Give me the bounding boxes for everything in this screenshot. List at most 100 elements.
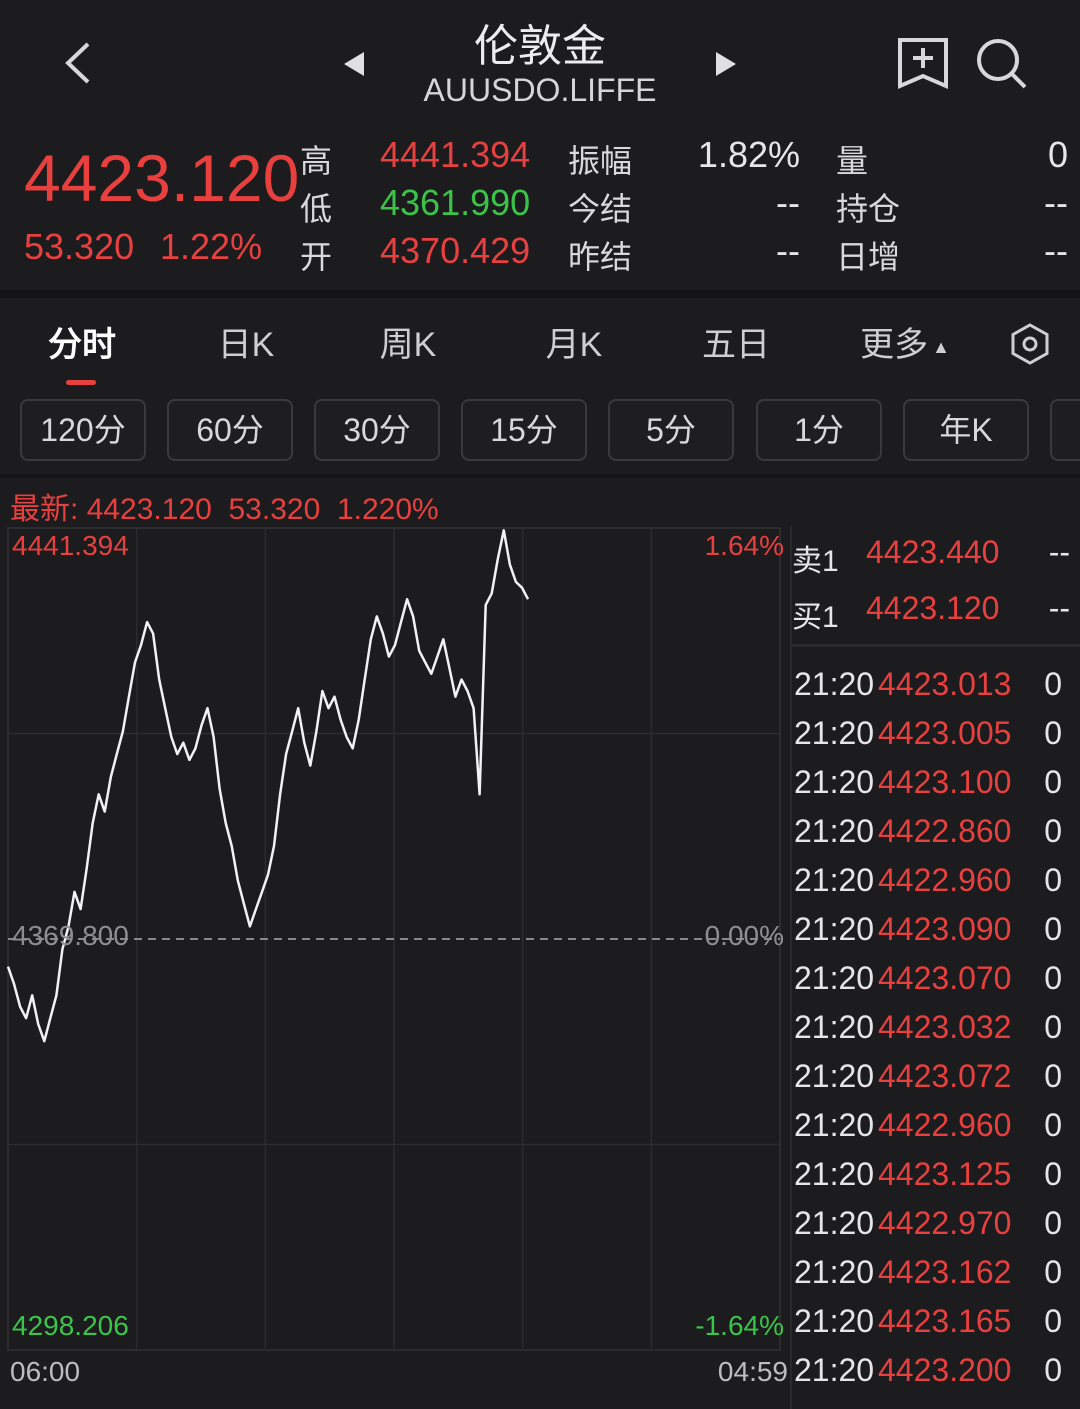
- tick-volume: 0: [1044, 715, 1062, 751]
- period-15min[interactable]: 15分: [461, 399, 587, 461]
- open-value: 4370.429: [380, 230, 531, 271]
- tick-time: 21:20: [794, 1009, 875, 1045]
- tick-time: 21:20: [794, 813, 875, 849]
- tick-row: 21:20 4422.970 0: [794, 1199, 1074, 1248]
- tick-time: 21:20: [794, 911, 875, 947]
- ask1-label: 卖1: [792, 545, 839, 578]
- tick-row: 21:20 4423.070 0: [794, 954, 1074, 1003]
- chart-top-price: 4441.394: [12, 530, 129, 561]
- quote-header: 伦敦金 AUUSDO.LIFFE 4423.120 53.320 1.22% 高…: [0, 0, 1080, 290]
- tick-row: 21:20 4423.100 0: [794, 758, 1074, 807]
- tick-volume: 0: [1044, 666, 1062, 702]
- period-more-pill[interactable]: [1050, 399, 1080, 461]
- tick-time: 21:20: [794, 764, 875, 800]
- tick-volume: 0: [1044, 960, 1062, 996]
- price-change: 53.320: [24, 226, 135, 267]
- orderbook-divider: [792, 644, 1080, 647]
- pill-divider: [0, 474, 1080, 478]
- intraday-chart[interactable]: [0, 522, 790, 1409]
- volume-label: 量: [836, 143, 869, 179]
- tick-volume: 0: [1044, 1058, 1062, 1094]
- back-icon[interactable]: [60, 38, 100, 88]
- tick-row: 21:20 4423.005 0: [794, 709, 1074, 758]
- daily-increase-label: 日增: [836, 239, 901, 275]
- tick-price: 4423.125: [878, 1156, 1012, 1192]
- low-value: 4361.990: [380, 182, 531, 223]
- ask1-volume: --: [1048, 534, 1070, 570]
- caret-up-icon: ▲: [932, 337, 950, 358]
- period-5min[interactable]: 5分: [608, 399, 734, 461]
- tab-weekly-k[interactable]: 周K: [358, 322, 458, 368]
- tick-price: 4423.013: [878, 666, 1012, 702]
- tick-row: 21:20 4423.165 0: [794, 1297, 1074, 1346]
- tick-price: 4423.072: [878, 1058, 1012, 1094]
- tick-time: 21:20: [794, 1352, 875, 1388]
- chart-start-time: 06:00: [10, 1356, 81, 1387]
- tab-more[interactable]: 更多 ▲: [850, 322, 960, 368]
- period-30min[interactable]: 30分: [314, 399, 440, 461]
- bid1-volume: --: [1048, 590, 1070, 626]
- tick-price: 4423.200: [878, 1352, 1012, 1388]
- settings-hexagon-icon[interactable]: [1008, 322, 1052, 366]
- tick-time: 21:20: [794, 1303, 875, 1339]
- tick-time: 21:20: [794, 1107, 875, 1143]
- search-icon[interactable]: [974, 36, 1028, 90]
- tick-volume: 0: [1044, 1009, 1062, 1045]
- tick-row: 21:20 4423.090 0: [794, 905, 1074, 954]
- tab-intraday[interactable]: 分时: [30, 322, 134, 368]
- page-title: 伦敦金: [474, 22, 606, 71]
- tick-row: 21:20 4422.860 0: [794, 807, 1074, 856]
- tick-volume: 0: [1044, 764, 1062, 800]
- open-label: 开: [300, 239, 333, 275]
- tick-time: 21:20: [794, 1205, 875, 1241]
- tick-price: 4423.070: [878, 960, 1012, 996]
- tick-volume: 0: [1044, 1205, 1062, 1241]
- prev-instrument-icon[interactable]: [340, 50, 366, 78]
- tick-row: 21:20 4423.125 0: [794, 1150, 1074, 1199]
- tick-price: 4423.100: [878, 764, 1012, 800]
- period-120min[interactable]: 120分: [20, 399, 146, 461]
- tick-price: 4422.960: [878, 1107, 1012, 1143]
- tab-daily-k[interactable]: 日K: [196, 322, 296, 368]
- high-label: 高: [300, 143, 333, 179]
- period-yearly-k[interactable]: 年K: [903, 399, 1029, 461]
- tick-row: 21:20 4423.072 0: [794, 1052, 1074, 1101]
- tick-price: 4422.860: [878, 813, 1012, 849]
- tick-row: 21:20 4423.013 0: [794, 660, 1074, 709]
- tick-volume: 0: [1044, 1254, 1062, 1290]
- tick-row: 21:20 4423.162 0: [794, 1248, 1074, 1297]
- tab-monthly-k[interactable]: 月K: [524, 322, 624, 368]
- tick-volume: 0: [1044, 813, 1062, 849]
- prev-settle-label: 昨结: [568, 239, 633, 275]
- tick-price: 4423.090: [878, 911, 1012, 947]
- next-instrument-icon[interactable]: [714, 50, 740, 78]
- tick-volume: 0: [1044, 1107, 1062, 1143]
- period-1min[interactable]: 1分: [756, 399, 882, 461]
- chart-bottom-price: 4298.206: [12, 1310, 129, 1341]
- tick-volume: 0: [1044, 862, 1062, 898]
- tick-volume: 0: [1044, 1156, 1062, 1192]
- tick-time: 21:20: [794, 715, 875, 751]
- tick-time: 21:20: [794, 862, 875, 898]
- tick-price: 4423.032: [878, 1009, 1012, 1045]
- tick-time: 21:20: [794, 1058, 875, 1094]
- settle-value: --: [776, 182, 800, 223]
- volume-value: 0: [1047, 134, 1068, 175]
- open-interest-label: 持仓: [836, 191, 901, 227]
- open-interest-value: --: [1044, 182, 1068, 223]
- tick-time: 21:20: [794, 1254, 875, 1290]
- tab-five-day[interactable]: 五日: [686, 322, 786, 368]
- last-price: 4423.120: [24, 141, 300, 215]
- price-line-layer: [6, 529, 530, 1043]
- ask1-price: 4423.440: [866, 534, 1000, 570]
- active-tab-indicator: [66, 380, 96, 385]
- tick-volume: 0: [1044, 1303, 1062, 1339]
- price-change-pct: 1.22%: [160, 226, 263, 267]
- chart-mid-pct: 0.00%: [704, 920, 784, 951]
- chart-end-time: 04:59: [717, 1356, 788, 1387]
- tick-volume: 0: [1044, 911, 1062, 947]
- add-watchlist-icon[interactable]: [896, 36, 950, 90]
- tick-time: 21:20: [794, 666, 875, 702]
- period-60min[interactable]: 60分: [167, 399, 293, 461]
- tick-row: 21:20 4422.960 0: [794, 856, 1074, 905]
